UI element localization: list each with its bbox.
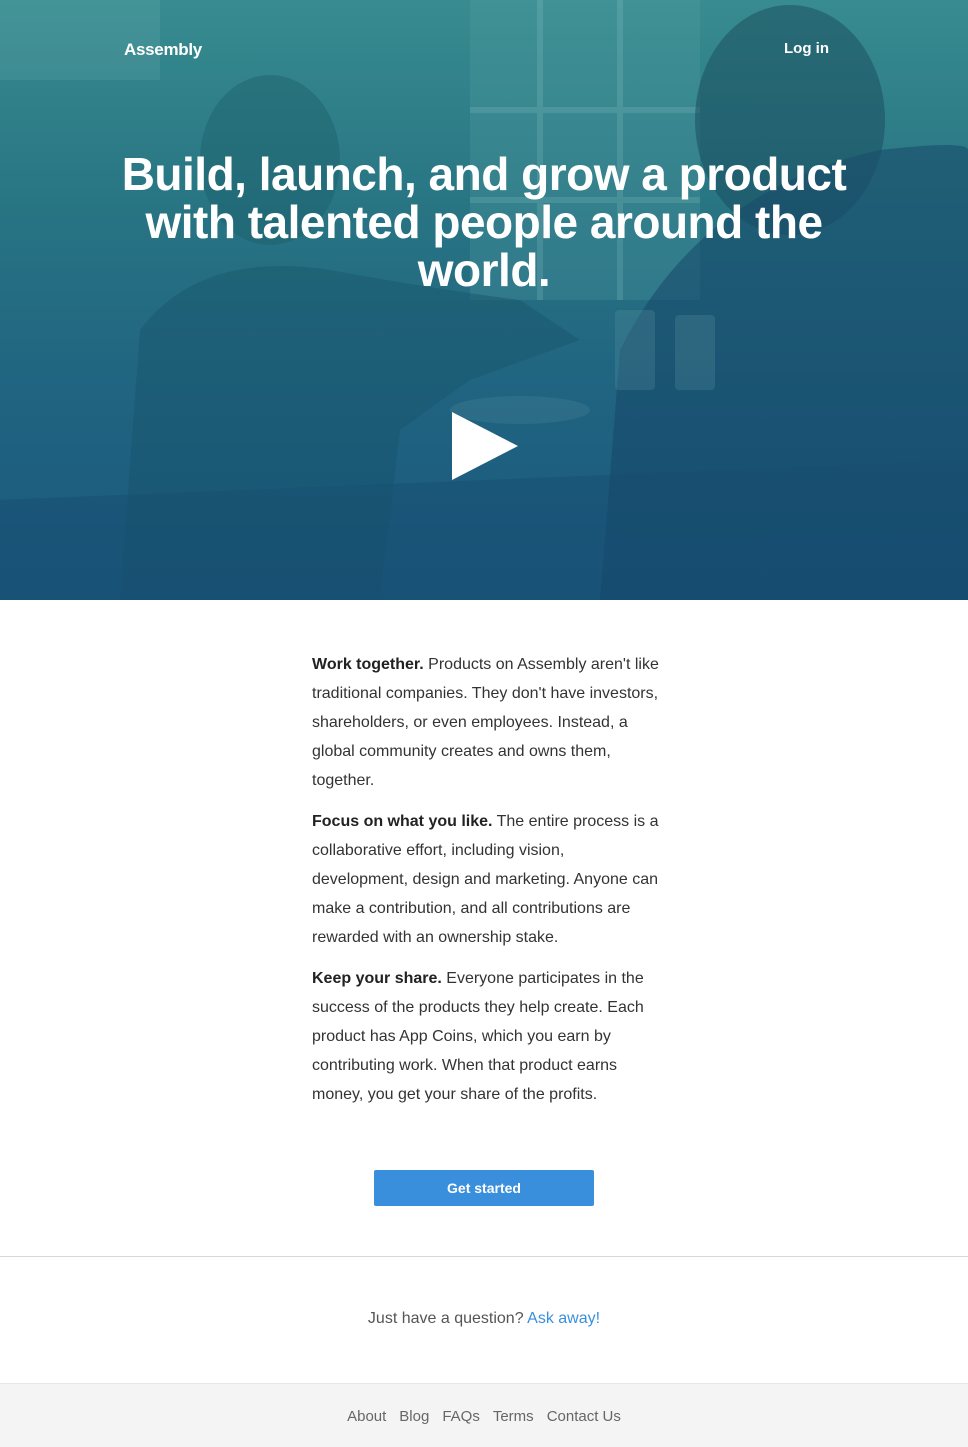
- feature-heading: Work together.: [312, 656, 424, 673]
- feature-heading: Focus on what you like.: [312, 813, 493, 830]
- feature-paragraph: Work together. Products on Assembly aren…: [312, 650, 662, 795]
- features-content: Work together. Products on Assembly aren…: [312, 650, 662, 1121]
- play-icon: [452, 412, 518, 480]
- footer-link-blog[interactable]: Blog: [399, 1408, 429, 1425]
- footer-link-about[interactable]: About: [347, 1408, 386, 1425]
- footer: About Blog FAQs Terms Contact Us: [0, 1383, 968, 1447]
- ask-away-link[interactable]: Ask away!: [527, 1310, 600, 1327]
- footer-link-terms[interactable]: Terms: [493, 1408, 534, 1425]
- feature-text: Everyone participates in the success of …: [312, 970, 644, 1103]
- feature-heading: Keep your share.: [312, 970, 442, 987]
- section-divider: [0, 1256, 968, 1257]
- footer-link-faqs[interactable]: FAQs: [442, 1408, 480, 1425]
- hero-section: Assembly Log in Build, launch, and grow …: [0, 0, 968, 600]
- login-link[interactable]: Log in: [784, 40, 829, 57]
- brand-logo[interactable]: Assembly: [124, 40, 202, 60]
- feature-paragraph: Focus on what you like. The entire proce…: [312, 807, 662, 952]
- get-started-button[interactable]: Get started: [374, 1170, 594, 1206]
- hero-overlay: [0, 0, 968, 600]
- feature-text: Products on Assembly aren't like traditi…: [312, 656, 659, 789]
- question-text: Just have a question?: [367, 1310, 524, 1327]
- feature-paragraph: Keep your share. Everyone participates i…: [312, 964, 662, 1109]
- hero-title: Build, launch, and grow a product with t…: [121, 148, 847, 296]
- play-video-button[interactable]: [448, 410, 522, 484]
- feature-text: The entire process is a collaborative ef…: [312, 813, 659, 946]
- footer-link-contact[interactable]: Contact Us: [547, 1408, 621, 1425]
- question-prompt: Just have a question? Ask away!: [0, 1310, 968, 1328]
